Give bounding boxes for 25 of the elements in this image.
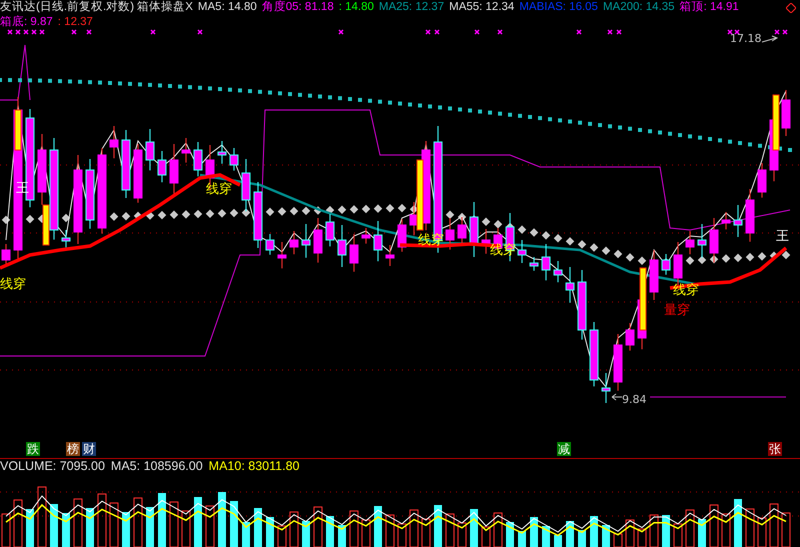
price-label: 17.18 [730, 32, 762, 45]
signal-badge[interactable]: 跌 [26, 442, 40, 456]
signal-label: 线穿 [206, 182, 232, 197]
indicator-value: 箱底: 9.87 [0, 15, 53, 30]
indicator-value: : 14.80 [338, 0, 374, 15]
indicator-value: : 12.37 [58, 15, 93, 30]
signal-badge[interactable]: 张 [768, 442, 782, 456]
indicator-value: MA25: 12.37 [378, 0, 444, 15]
signal-label: 量穿 [664, 303, 690, 318]
signal-label: 线穿 [0, 277, 26, 292]
signal-badge[interactable]: 减 [557, 442, 571, 456]
price-label: 9.84 [622, 393, 646, 406]
signal-badge[interactable]: 榜 [66, 442, 80, 456]
indicator-value: 角度05: 81.18 [262, 0, 334, 15]
chart-title: 友讯达(日线.前复权.对数) 箱体操盘X [0, 0, 193, 15]
indicator-value: MA5: 14.80 [198, 0, 257, 15]
indicator-value: 箱顶: 14.91 [680, 0, 739, 15]
indicator-value: MA200: 14.35 [602, 0, 675, 15]
volume-indicator: VOLUME: 7095.00 [0, 459, 105, 474]
indicator-value: MABIAS: 16.05 [519, 0, 598, 15]
volume-indicator: MA5: 108596.00 [110, 459, 203, 474]
indicator-value: MA55: 12.34 [449, 0, 514, 15]
signal-label: 王 [776, 229, 789, 244]
volume-indicator: MA10: 83011.80 [208, 459, 300, 474]
signal-badge[interactable]: 财 [82, 442, 96, 456]
